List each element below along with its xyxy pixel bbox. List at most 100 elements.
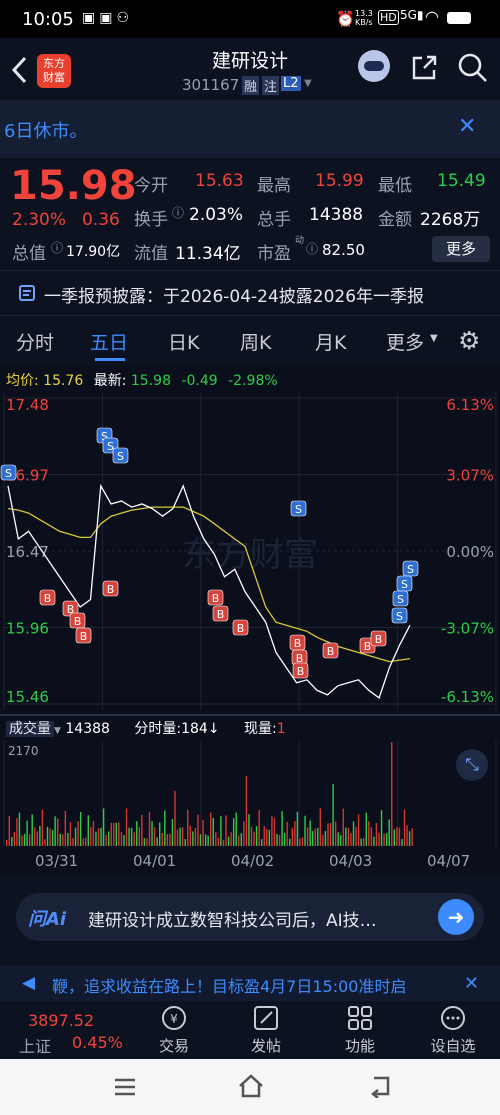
volume-bar xyxy=(403,809,406,846)
tab-weekly-k[interactable]: 周K xyxy=(240,328,271,355)
tab-five-day[interactable]: 五日 xyxy=(90,328,128,355)
volume-bar xyxy=(250,826,253,846)
sell-marker-label: S xyxy=(397,593,404,606)
volume-bar xyxy=(18,812,21,846)
tab-monthly-k[interactable]: 月K xyxy=(315,328,346,355)
volume-bar xyxy=(31,814,33,846)
date-label: 03/31 xyxy=(35,852,79,870)
report-bar[interactable]: 一季报预披露：于2026-04-24披露2026年一季报 xyxy=(0,270,500,316)
nav-trade[interactable]: ¥ 交易 xyxy=(134,1001,214,1056)
volume-bar xyxy=(245,776,248,846)
volume-bar xyxy=(301,837,304,846)
volume-bar xyxy=(108,831,110,846)
nav-watchlist[interactable]: 设自选 xyxy=(413,1001,493,1056)
volume-bar xyxy=(6,840,8,846)
date-label: 04/03 xyxy=(329,852,373,870)
bottom-nav: 3897.52 上证 0.45% ¥ 交易 发帖 功能 设自选 xyxy=(0,1001,500,1059)
volume-bar xyxy=(44,839,46,846)
price-chart-svg[interactable]: 17.4816.9716.4715.9615.466.13%3.07%0.00%… xyxy=(0,366,500,876)
volume-bar xyxy=(105,834,107,846)
dropdown-icon[interactable]: ▼ xyxy=(304,78,312,89)
menu-icon[interactable] xyxy=(113,1077,137,1097)
close-icon[interactable]: ✕ xyxy=(458,114,476,139)
arrow-right-icon[interactable]: ➜ xyxy=(438,899,474,935)
open-label: 今开 xyxy=(134,176,168,196)
volume-bar xyxy=(378,832,380,846)
volume-bar xyxy=(41,809,44,846)
index-name: 上证 xyxy=(19,1037,52,1056)
tab-daily-k[interactable]: 日K xyxy=(168,328,199,355)
volume-label: 总手 xyxy=(257,210,291,230)
nav-post[interactable]: 发帖 xyxy=(226,1001,306,1056)
volume-bar xyxy=(299,838,301,846)
more-dots-icon xyxy=(441,1006,465,1030)
volume-bar xyxy=(174,791,176,846)
sell-marker-label: S xyxy=(295,503,302,516)
back-nav-icon[interactable] xyxy=(368,1074,394,1098)
volume-bar xyxy=(125,808,128,846)
volume-bar xyxy=(332,784,334,846)
y-axis-right-label: -3.07% xyxy=(441,620,494,638)
volume-bar xyxy=(227,836,230,846)
volume-bar xyxy=(283,833,286,846)
volume-bar xyxy=(199,834,202,846)
quote-panel: 15.98 2.30% 0.36 总值 ⓘ 17.90亿 今开 15.63 最高… xyxy=(0,158,500,268)
marquee-ticker[interactable]: ◀ 鞭，追求收益在路上！目标盈4月7日15:00准时启 ✕ xyxy=(0,965,500,1001)
volume-bar xyxy=(146,838,148,846)
buy-marker-label: B xyxy=(80,630,88,643)
tab-fenshi[interactable]: 分时 xyxy=(16,328,54,355)
volume-bar xyxy=(306,827,309,846)
info-icon[interactable]: ⓘ xyxy=(172,204,184,221)
share-icon[interactable] xyxy=(410,54,438,82)
info-icon[interactable]: ⓘ xyxy=(51,239,63,256)
close-icon[interactable]: ✕ xyxy=(464,973,479,994)
volume-bar xyxy=(54,816,56,846)
volume-bar xyxy=(225,815,227,846)
volume-bar xyxy=(102,808,105,846)
volume-bar xyxy=(273,818,276,846)
volume-bar xyxy=(240,833,242,846)
volume-bar xyxy=(181,827,184,846)
more-button[interactable]: 更多 xyxy=(432,236,490,262)
robot-assistant-icon[interactable] xyxy=(358,50,390,82)
gear-icon[interactable]: ⚙ xyxy=(458,326,480,355)
volume-bar xyxy=(248,814,250,846)
volume-bar xyxy=(345,827,347,846)
pencil-icon xyxy=(254,1006,278,1030)
low-label: 最低 xyxy=(378,176,412,196)
tab-more[interactable]: 更多 xyxy=(386,328,424,355)
search-icon[interactable] xyxy=(458,53,488,83)
volume-label[interactable]: 成交量 xyxy=(6,721,54,737)
volume-bar xyxy=(8,815,10,846)
avg-price-line xyxy=(7,506,411,663)
volume-bar xyxy=(304,815,306,846)
volume-bar xyxy=(276,833,278,846)
buy-marker-label: B xyxy=(107,583,115,596)
nav-trade-label: 交易 xyxy=(158,1037,189,1055)
volume-bar xyxy=(324,831,327,846)
turnover-label: 换手 xyxy=(134,210,168,230)
volume-bar xyxy=(329,823,332,846)
ai-question-bar[interactable]: 问Ai 建研设计成立数智科技公司后，AI技… ➜ xyxy=(16,893,484,941)
volume-bar xyxy=(220,816,222,846)
chevron-down-icon[interactable]: ▼ xyxy=(430,333,438,344)
volume-bar xyxy=(337,832,339,846)
volume-bar xyxy=(261,839,263,846)
volume-bar xyxy=(398,827,401,846)
volume-bar xyxy=(28,834,31,846)
volume-dropdown-icon[interactable]: ▼ xyxy=(54,726,61,736)
expand-icon[interactable]: ⤡ xyxy=(456,749,488,781)
volume-bar xyxy=(82,838,84,846)
volume-bar xyxy=(202,820,204,846)
volume-bar xyxy=(11,837,13,846)
report-text: 一季报预披露：于2026-04-24披露2026年一季报 xyxy=(44,287,425,307)
home-icon[interactable] xyxy=(237,1073,265,1099)
volume-bar xyxy=(171,819,174,846)
info-icon[interactable]: ⓘ xyxy=(306,240,318,257)
y-axis-right-label: -6.13% xyxy=(441,688,494,706)
nav-function[interactable]: 功能 xyxy=(320,1001,400,1056)
volume-bar xyxy=(312,831,314,846)
notice-bar[interactable]: 6日休市。 ✕ xyxy=(0,100,500,158)
volume-bar xyxy=(34,827,36,846)
volume-bar xyxy=(391,742,393,846)
